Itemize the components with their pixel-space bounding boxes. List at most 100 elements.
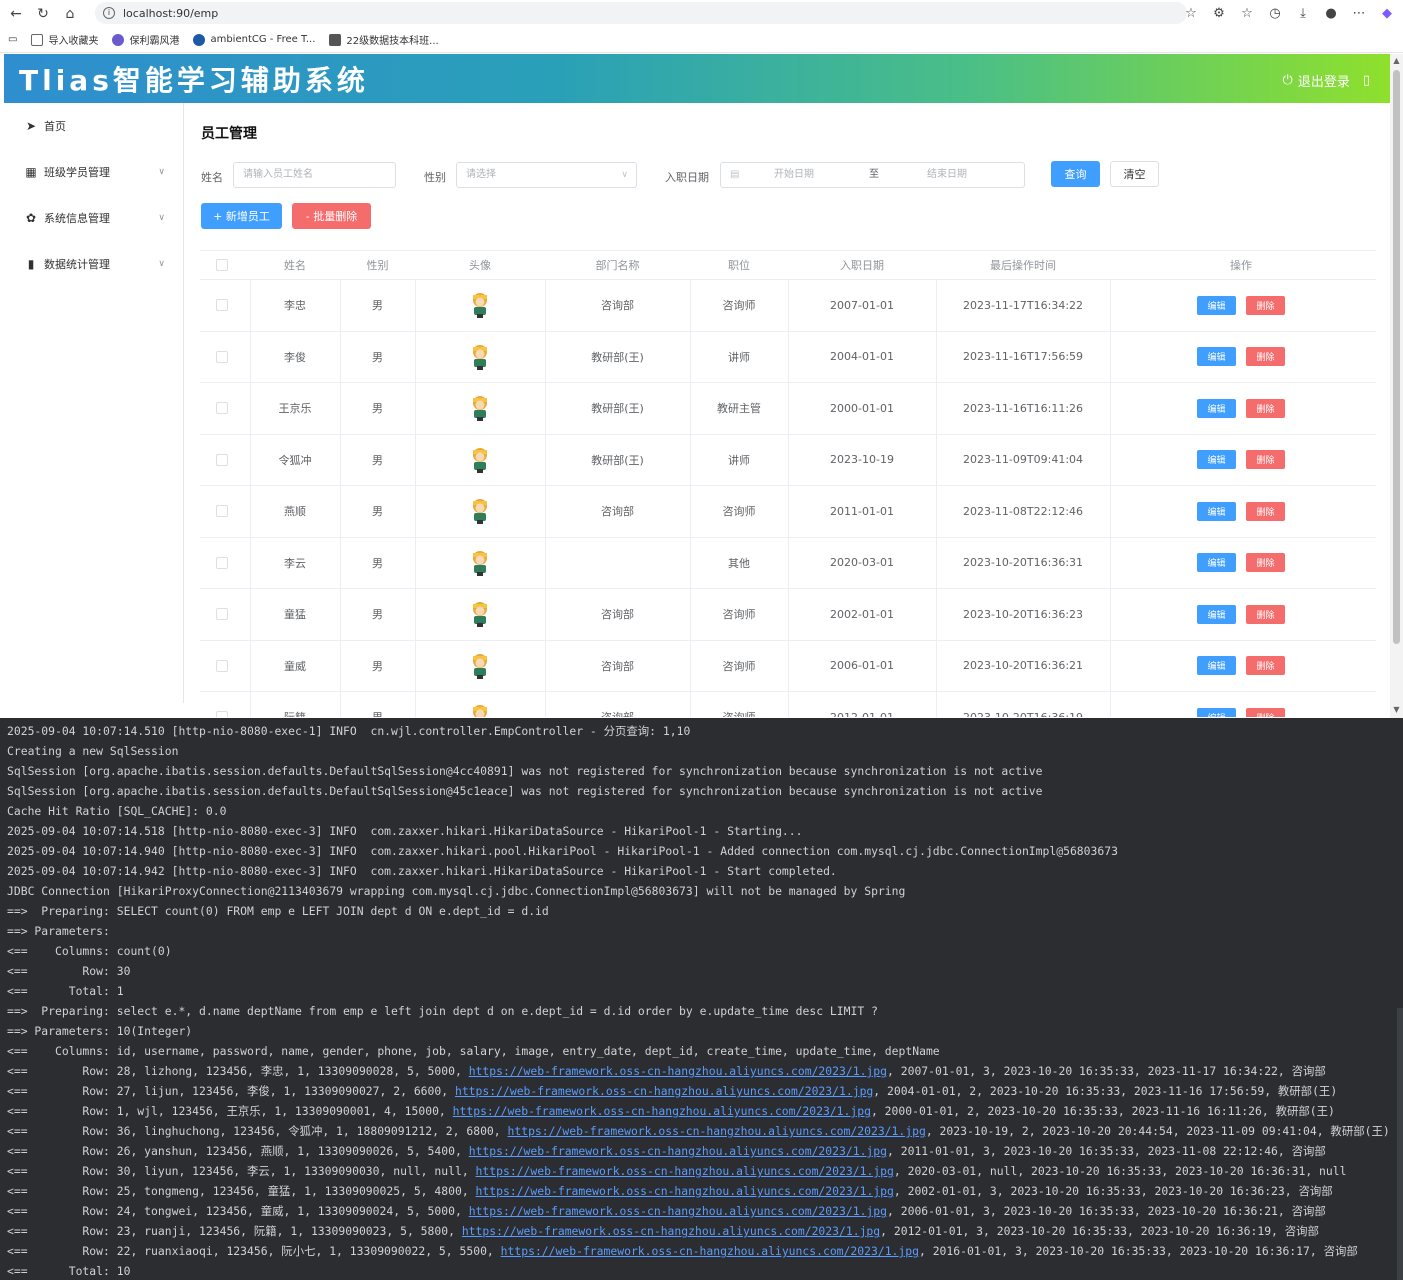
cell-dept: 教研部(王) [591, 350, 644, 364]
download-icon[interactable]: ⤓ [1293, 3, 1313, 23]
console-link[interactable]: https://web-framework.oss-cn-hangzhou.al… [476, 1164, 894, 1178]
edit-button[interactable]: 编辑 [1197, 604, 1236, 624]
bookmark-item[interactable]: 22级数据技本科班... [329, 32, 439, 47]
gender-select[interactable]: 请选择 ∨ [456, 162, 637, 188]
logout-button[interactable]: ⏻ 退出登录 ▯ [1283, 71, 1370, 90]
edit-button[interactable]: 编辑 [1197, 398, 1236, 418]
bookmark-favicon [329, 33, 342, 46]
delete-button[interactable]: 删除 [1246, 347, 1285, 367]
reload-icon[interactable]: ↻ [32, 3, 54, 25]
row-checkbox[interactable] [216, 453, 228, 466]
table-row: 李俊 男 教研部(王) 讲师 2004-01-01 2023-11-16T17:56:59… [200, 331, 1376, 383]
column-divider [1110, 537, 1111, 588]
history-icon[interactable]: ◷ [1265, 3, 1285, 23]
row-checkbox[interactable] [216, 711, 228, 717]
table-row: 燕顺 男 咨询部 咨询师 2011-01-01 2023-11-08T22:12:46 编辑… [200, 486, 1376, 538]
home-icon[interactable]: ⌂ [59, 3, 81, 25]
console-link[interactable]: https://web-framework.oss-cn-hangzhou.al… [469, 1144, 887, 1158]
send-icon: ➤ [25, 119, 37, 133]
profile-avatar-icon[interactable]: ● [1321, 3, 1341, 23]
console-scrollbar[interactable] [1397, 1008, 1403, 1280]
reading-mode-icon[interactable]: ▭ [8, 34, 17, 45]
row-checkbox[interactable] [216, 350, 228, 363]
edit-button[interactable]: 编辑 [1197, 295, 1236, 315]
edit-button[interactable]: 编辑 [1197, 347, 1236, 367]
sidebar-item-statistics[interactable]: ▮ 数据统计管理 ∨ [4, 241, 183, 287]
row-checkbox[interactable] [216, 505, 228, 518]
edit-button[interactable]: 编辑 [1197, 707, 1236, 717]
row-checkbox[interactable] [216, 659, 228, 672]
delete-button[interactable]: 删除 [1246, 553, 1285, 573]
edit-button[interactable]: 编辑 [1197, 450, 1236, 470]
sidebar-item-class-management[interactable]: ▦ 班级学员管理 ∨ [4, 149, 183, 195]
delete-button[interactable]: 删除 [1246, 450, 1285, 470]
add-employee-button[interactable]: + 新增员工 [201, 203, 282, 229]
edit-button[interactable]: 编辑 [1197, 656, 1236, 676]
site-info-icon[interactable]: i [103, 7, 115, 19]
avatar [469, 447, 491, 473]
sidebar-item-home[interactable]: ➤ 首页 [4, 103, 183, 149]
sidebar-item-system-management[interactable]: ✿ 系统信息管理 ∨ [4, 195, 183, 241]
console-panel: 2025-09-04 10:07:14.510 [http-nio-8080-e… [0, 718, 1403, 1280]
table-row: 令狐冲 男 教研部(王) 讲师 2023-10-19 2023-11-09T09:41:0… [200, 434, 1376, 486]
end-date-input[interactable]: 结束日期 [927, 163, 967, 187]
cell-entry: 2023-10-19 [830, 453, 894, 467]
fullscreen-icon[interactable]: ▯ [1363, 73, 1370, 88]
url-text: localhost:90/emp [123, 6, 219, 20]
date-range-picker[interactable]: ▤ 开始日期 至 结束日期 [720, 162, 1025, 188]
copilot-icon[interactable]: ◆ [1377, 3, 1397, 23]
bookmark-item[interactable]: ambientCG - Free T... [193, 33, 315, 46]
bookmark-item[interactable]: 导入收藏夹 [31, 32, 98, 47]
clear-button[interactable]: 清空 [1110, 161, 1159, 187]
entry-date-label: 入职日期 [665, 171, 709, 184]
console-link[interactable]: https://web-framework.oss-cn-hangzhou.al… [508, 1124, 926, 1138]
cell-entry: 2012-01-01 [788, 711, 936, 717]
cell-updated: 2023-11-16T17:56:59 [962, 350, 1084, 364]
select-all-checkbox[interactable] [216, 259, 228, 271]
page-scrollbar[interactable]: ▲ ▼ [1390, 54, 1403, 718]
column-divider [415, 280, 416, 331]
console-link[interactable]: https://web-framework.oss-cn-hangzhou.al… [469, 1064, 887, 1078]
address-bar[interactable]: i localhost:90/emp [95, 2, 1187, 24]
console-line: <== Columns: count(0) [7, 944, 172, 958]
console-line: <== Row: 25, tongmeng, 123456, 童猛, 1, 13… [7, 1184, 1333, 1198]
scroll-up-icon[interactable]: ▲ [1392, 56, 1401, 65]
batch-delete-button[interactable]: - 批量删除 [292, 203, 371, 229]
row-checkbox[interactable] [216, 556, 228, 569]
column-divider [415, 692, 416, 717]
query-button[interactable]: 查询 [1051, 161, 1100, 187]
more-menu-icon[interactable]: ⋯ [1349, 3, 1369, 23]
scroll-down-icon[interactable]: ▼ [1392, 705, 1401, 714]
delete-button[interactable]: 删除 [1246, 656, 1285, 676]
console-link[interactable]: https://web-framework.oss-cn-hangzhou.al… [501, 1244, 919, 1258]
delete-button[interactable]: 删除 [1246, 604, 1285, 624]
console-line: ==> Parameters: 10(Integer) [7, 1024, 193, 1038]
cell-updated: 2023-10-20T16:36:31 [962, 556, 1084, 570]
extension-icon[interactable]: ⚙ [1209, 3, 1229, 23]
console-link[interactable]: https://web-framework.oss-cn-hangzhou.al… [453, 1104, 871, 1118]
delete-button[interactable]: 删除 [1246, 707, 1285, 717]
edit-button[interactable]: 编辑 [1197, 553, 1236, 573]
delete-button[interactable]: 删除 [1246, 501, 1285, 521]
avatar [469, 550, 491, 576]
browser-toolbar: ← ↻ ⌂ i localhost:90/emp ☆ ⚙ ☆ ◷ ⤓ ● ⋯ ◆ [0, 0, 1403, 27]
back-icon[interactable]: ← [5, 3, 27, 25]
start-date-input[interactable]: 开始日期 [774, 163, 814, 187]
name-search-input[interactable]: 请输入员工姓名 [233, 162, 396, 188]
favorites-icon[interactable]: ☆ [1237, 3, 1257, 23]
delete-button[interactable]: 删除 [1246, 295, 1285, 315]
row-checkbox[interactable] [216, 402, 228, 415]
row-checkbox[interactable] [216, 608, 228, 621]
column-divider [1110, 486, 1111, 537]
console-link[interactable]: https://web-framework.oss-cn-hangzhou.al… [462, 1224, 880, 1238]
edit-button[interactable]: 编辑 [1197, 501, 1236, 521]
scrollbar-thumb[interactable] [1393, 70, 1400, 644]
bookmark-item[interactable]: 保利霸风港 [112, 32, 179, 47]
console-link[interactable]: https://web-framework.oss-cn-hangzhou.al… [469, 1204, 887, 1218]
row-checkbox[interactable] [216, 299, 228, 312]
delete-button[interactable]: 删除 [1246, 398, 1285, 418]
favorite-star-icon[interactable]: ☆ [1181, 3, 1201, 23]
cell-gender: 男 [372, 350, 383, 364]
console-link[interactable]: https://web-framework.oss-cn-hangzhou.al… [455, 1084, 873, 1098]
console-link[interactable]: https://web-framework.oss-cn-hangzhou.al… [476, 1184, 894, 1198]
